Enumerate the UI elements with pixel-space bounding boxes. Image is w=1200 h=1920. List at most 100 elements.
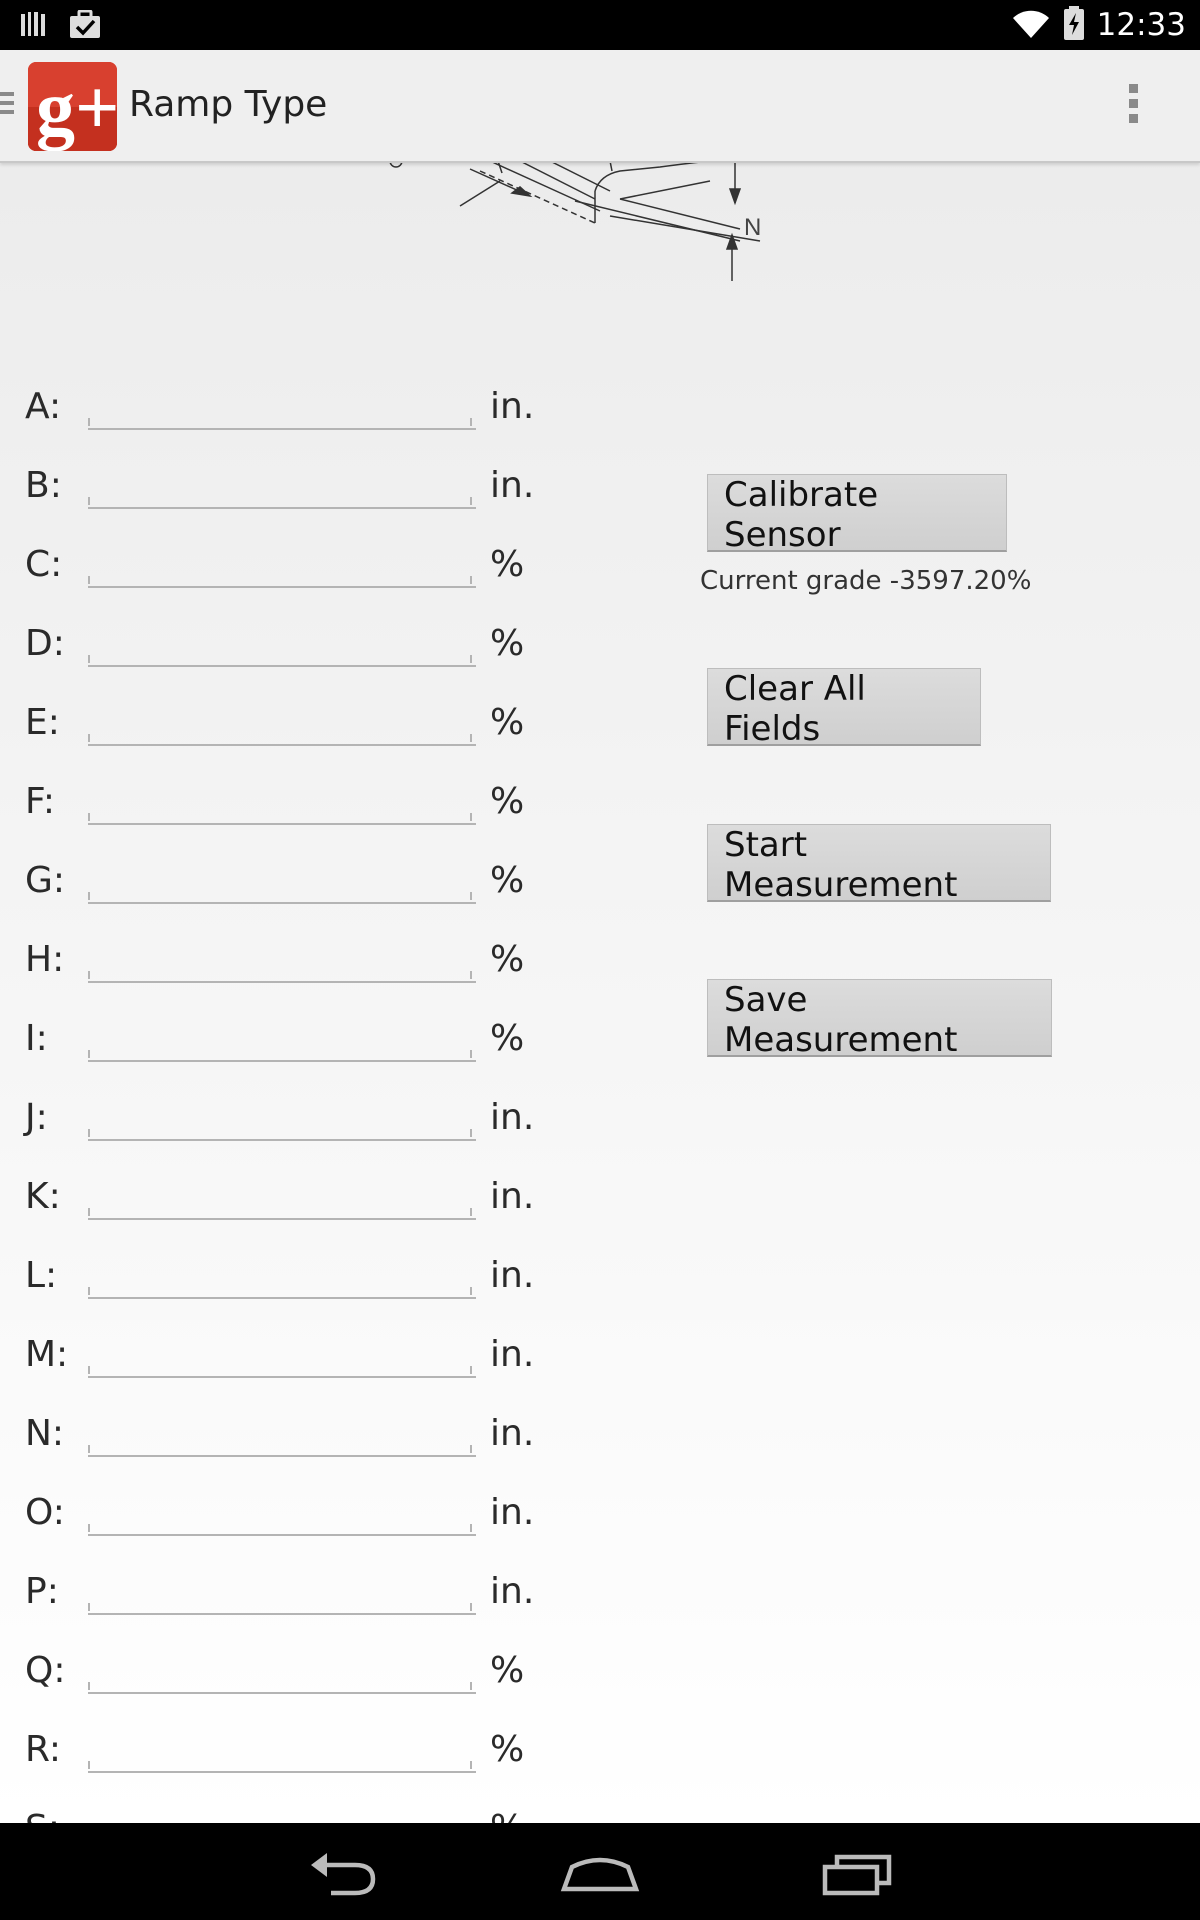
- clear-all-fields-button[interactable]: Clear All Fields: [707, 668, 981, 749]
- overflow-menu-icon[interactable]: [1127, 84, 1139, 132]
- field-row-d: D: %: [0, 613, 560, 702]
- field-unit: %: [490, 781, 525, 822]
- field-label: Q:: [25, 1650, 66, 1691]
- navigation-bar: [0, 1823, 1200, 1920]
- field-unit: %: [490, 939, 525, 980]
- save-measurement-button[interactable]: Save Measurement: [707, 979, 1052, 1060]
- field-input-m[interactable]: [88, 1324, 476, 1378]
- field-unit: %: [490, 1018, 525, 1059]
- field-input-e[interactable]: [88, 692, 476, 746]
- field-row-j: J: in.: [0, 1087, 560, 1176]
- field-row-f: F: %: [0, 771, 560, 860]
- field-input-o[interactable]: [88, 1482, 476, 1536]
- field-input-i[interactable]: [88, 1008, 476, 1062]
- action-bar: g+ Ramp Type: [0, 50, 1200, 163]
- logo-text: g+: [36, 64, 117, 151]
- field-row-m: M: in.: [0, 1324, 560, 1413]
- field-row-n: N: in.: [0, 1403, 560, 1492]
- field-label: J:: [25, 1097, 48, 1138]
- field-input-q[interactable]: [88, 1640, 476, 1694]
- field-unit: %: [490, 623, 525, 664]
- field-input-a[interactable]: [88, 376, 476, 430]
- field-row-p: P: in.: [0, 1561, 560, 1650]
- field-label: O:: [25, 1492, 65, 1533]
- field-label: K:: [25, 1176, 61, 1217]
- field-input-f[interactable]: [88, 771, 476, 825]
- field-row-k: K: in.: [0, 1166, 560, 1255]
- content-area: N A: in. B: in. C: % D: % E: % F: % G: %…: [0, 161, 1200, 1823]
- field-input-p[interactable]: [88, 1561, 476, 1615]
- clock: 12:33: [1096, 7, 1186, 43]
- field-unit: in.: [490, 1176, 535, 1217]
- calibrate-sensor-button[interactable]: Calibrate Sensor: [707, 474, 1007, 555]
- field-row-l: L: in.: [0, 1245, 560, 1334]
- field-label: N:: [25, 1413, 65, 1454]
- field-label: B:: [25, 465, 62, 506]
- home-icon[interactable]: [550, 1845, 650, 1901]
- field-unit: in.: [490, 465, 535, 506]
- field-unit: in.: [490, 1255, 535, 1296]
- field-unit: in.: [490, 1571, 535, 1612]
- task-check-icon: [68, 9, 102, 45]
- field-row-g: G: %: [0, 850, 560, 939]
- field-label: G:: [25, 860, 66, 901]
- field-row-b: B: in.: [0, 455, 560, 544]
- field-input-c[interactable]: [88, 534, 476, 588]
- field-row-a: A: in.: [0, 376, 560, 465]
- field-label: E:: [25, 702, 60, 743]
- field-unit: in.: [490, 1413, 535, 1454]
- ramp-diagram: N: [389, 161, 761, 281]
- field-input-s[interactable]: [88, 1798, 476, 1823]
- barcode-icon: [20, 10, 48, 45]
- google-plus-icon[interactable]: g+: [28, 62, 117, 151]
- field-input-k[interactable]: [88, 1166, 476, 1220]
- field-row-h: H: %: [0, 929, 560, 1018]
- field-row-q: Q: %: [0, 1640, 560, 1729]
- field-input-n[interactable]: [88, 1403, 476, 1457]
- battery-charging-icon: [1063, 5, 1085, 45]
- field-input-r[interactable]: [88, 1719, 476, 1773]
- field-row-o: O: in.: [0, 1482, 560, 1571]
- field-unit: %: [490, 1650, 525, 1691]
- field-unit: %: [490, 702, 525, 743]
- field-label: M:: [25, 1334, 69, 1375]
- field-unit: %: [490, 1808, 524, 1823]
- field-input-d[interactable]: [88, 613, 476, 667]
- wifi-icon: [1011, 8, 1051, 43]
- field-label: F:: [25, 781, 56, 822]
- field-input-l[interactable]: [88, 1245, 476, 1299]
- field-label: A:: [25, 386, 62, 427]
- field-unit: %: [490, 544, 525, 585]
- field-row-e: E: %: [0, 692, 560, 781]
- field-input-g[interactable]: [88, 850, 476, 904]
- field-label: S:: [25, 1808, 60, 1823]
- field-label: D:: [25, 623, 65, 664]
- field-label: L:: [25, 1255, 58, 1296]
- field-label: R:: [25, 1729, 62, 1770]
- field-unit: %: [490, 1729, 525, 1770]
- field-input-j[interactable]: [88, 1087, 476, 1141]
- field-label: C:: [25, 544, 63, 585]
- back-icon[interactable]: [293, 1845, 393, 1901]
- field-input-b[interactable]: [88, 455, 476, 509]
- field-row-i: I: %: [0, 1008, 560, 1097]
- diagram-label-n: N: [744, 214, 761, 241]
- page-title: Ramp Type: [129, 84, 328, 125]
- current-grade-text: Current grade -3597.20%: [700, 566, 1032, 596]
- field-row-s: S: %: [0, 1798, 560, 1823]
- field-label: I:: [25, 1018, 48, 1059]
- field-unit: in.: [490, 1334, 535, 1375]
- field-input-h[interactable]: [88, 929, 476, 983]
- field-unit: in.: [490, 1492, 535, 1533]
- field-label: P:: [25, 1571, 59, 1612]
- field-label: H:: [25, 939, 65, 980]
- field-unit: in.: [490, 1097, 535, 1138]
- start-measurement-button[interactable]: Start Measurement: [707, 824, 1051, 905]
- field-unit: %: [490, 860, 525, 901]
- field-row-c: C: %: [0, 534, 560, 623]
- status-bar: 12:33: [0, 0, 1200, 50]
- recent-apps-icon[interactable]: [807, 1845, 907, 1901]
- field-row-r: R: %: [0, 1719, 560, 1808]
- drawer-indicator-icon[interactable]: [0, 92, 14, 118]
- field-unit: in.: [490, 386, 535, 427]
